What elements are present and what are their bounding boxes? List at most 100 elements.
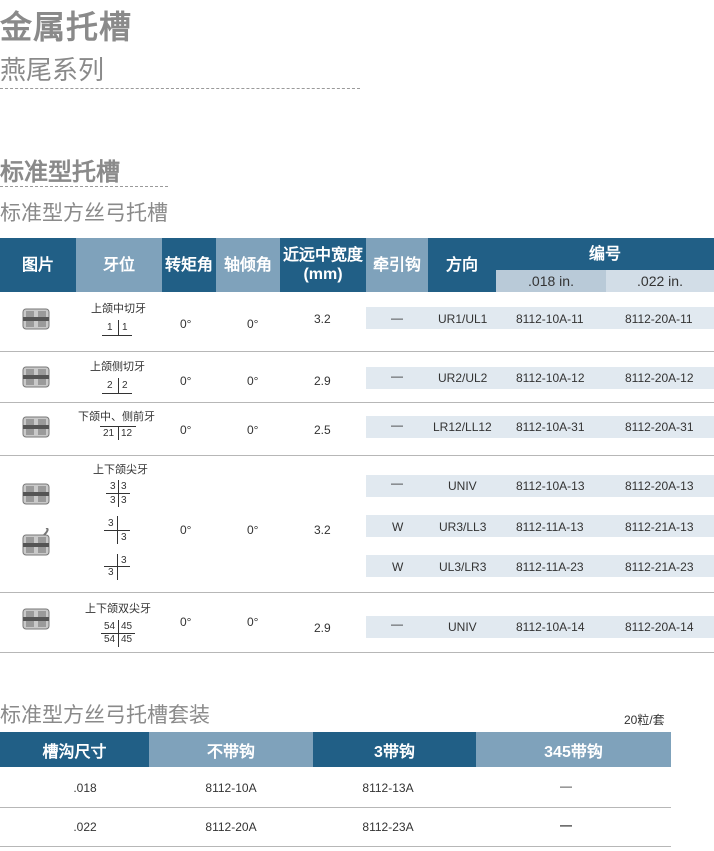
quadrant-vline [118, 320, 119, 335]
kit-header-no-hook: 不带钩 [149, 732, 313, 767]
code-022: 8112-20A-12 [625, 371, 694, 385]
code-022: 8112-20A-11 [625, 312, 693, 326]
quadrant-hline [102, 335, 132, 336]
bracket-image [22, 366, 50, 388]
quadrant-number: 45 [121, 621, 133, 632]
header-code: 编号 [496, 238, 714, 270]
hook-value: — [391, 418, 403, 432]
quadrant-number: 54 [104, 634, 116, 645]
quadrant-vline [118, 378, 119, 393]
quadrant-number: 21 [103, 428, 115, 439]
row-divider [0, 652, 714, 653]
direction-value: UL3/LR3 [439, 560, 487, 574]
header-code-018: .018 in. [496, 270, 606, 292]
quadrant-number: 1 [122, 322, 128, 333]
header-width-line2: (mm) [303, 266, 343, 283]
code-018: 8112-11A-13 [516, 520, 584, 534]
kit-header-3-hook: 3带钩 [313, 732, 476, 767]
quadrant-number: 3 [108, 567, 114, 578]
quadrant-number: 3 [110, 481, 116, 492]
kit-header-345-hook: 345带钩 [476, 732, 671, 767]
code-018: 8112-10A-31 [516, 420, 585, 434]
hook-value: W [392, 560, 404, 574]
quadrant-number: 3 [121, 532, 127, 543]
code-022: 8112-21A-23 [625, 560, 694, 574]
angulation-value: 0° [247, 523, 259, 537]
row-divider [0, 402, 714, 403]
quadrant-number: 3 [110, 495, 116, 506]
tooth-label: 上下颌尖牙 [93, 464, 148, 476]
direction-value: UNIV [448, 479, 477, 493]
angulation-value: 0° [247, 615, 259, 629]
width-value: 2.9 [314, 374, 331, 388]
direction-value: UR3/LL3 [439, 520, 487, 534]
quadrant-number: 3 [121, 555, 127, 566]
quadrant-number: 54 [104, 621, 116, 632]
bracket-image [22, 483, 50, 505]
hook-value: — [391, 476, 403, 490]
quadrant-hline [106, 493, 130, 494]
torque-value: 0° [180, 374, 192, 388]
quadrant-vline [118, 426, 119, 440]
width-value: 2.5 [314, 423, 331, 437]
direction-value: UNIV [448, 620, 477, 634]
tooth-label: 下颌中、侧前牙 [78, 411, 155, 423]
bracket-with-hook-image [22, 528, 50, 556]
kit-cell: .018 [73, 781, 97, 795]
direction-value: UR2/UL2 [438, 371, 488, 385]
angulation-value: 0° [247, 317, 259, 331]
code-022: 8112-20A-13 [625, 479, 694, 493]
quadrant-number: 45 [121, 634, 133, 645]
section-title: 标准型托槽 [0, 159, 120, 186]
header-width: 近远中宽度 (mm) [280, 238, 366, 292]
quadrant-vline [117, 554, 118, 580]
direction-value: UR1/UL1 [438, 312, 488, 326]
angulation-value: 0° [247, 374, 259, 388]
kit-title: 标准型方丝弓托槽套装 [0, 704, 210, 727]
hook-value: — [391, 311, 403, 325]
header-torque: 转矩角 [162, 238, 216, 292]
quadrant-number: 1 [107, 322, 113, 333]
direction-value: LR12/LL12 [433, 420, 492, 434]
torque-value: 0° [180, 423, 192, 437]
quadrant-hline [104, 530, 130, 531]
tooth-label: 上颌侧切牙 [90, 361, 145, 373]
code-022: 8112-20A-14 [625, 620, 694, 634]
torque-value: 0° [180, 317, 192, 331]
quadrant-number: 3 [121, 495, 127, 506]
section-subtitle: 标准型方丝弓托槽 [0, 202, 168, 225]
code-018: 8112-10A-11 [516, 312, 584, 326]
row-divider [0, 455, 714, 456]
kit-row-divider [0, 846, 671, 847]
header-angulation: 轴倾角 [216, 238, 280, 292]
kit-cell: .022 [73, 820, 97, 834]
hook-value: — [391, 369, 403, 383]
quadrant-number: 2 [107, 380, 113, 391]
header-direction: 方向 [428, 238, 496, 292]
kit-row-divider [0, 807, 671, 808]
hook-value: W [392, 520, 404, 534]
kit-cell: 8112-23A [362, 820, 414, 834]
tooth-label: 上下颌双尖牙 [85, 603, 151, 615]
row-divider [0, 351, 714, 352]
quadrant-number: 3 [108, 518, 114, 529]
code-018: 8112-11A-23 [516, 560, 584, 574]
code-022: 8112-20A-31 [625, 420, 694, 434]
hook-value: — [391, 617, 403, 631]
code-018: 8112-10A-12 [516, 371, 585, 385]
page-subtitle: 燕尾系列 [0, 55, 105, 85]
header-tooth: 牙位 [76, 238, 162, 292]
tooth-label: 上颌中切牙 [91, 303, 146, 315]
header-code-022: .022 in. [606, 270, 714, 292]
torque-value: 0° [180, 523, 192, 537]
kit-cell: 8112-13A [362, 781, 414, 795]
quadrant-hline [102, 393, 132, 394]
quadrant-number: 2 [122, 380, 128, 391]
title-divider [0, 88, 360, 89]
row-divider [0, 592, 714, 593]
page-title: 金属托槽 [0, 9, 133, 45]
bracket-image [22, 308, 50, 330]
kit-cell: — [560, 818, 572, 832]
width-value: 3.2 [314, 312, 331, 326]
header-width-line1: 近远中宽度 [282, 247, 363, 264]
